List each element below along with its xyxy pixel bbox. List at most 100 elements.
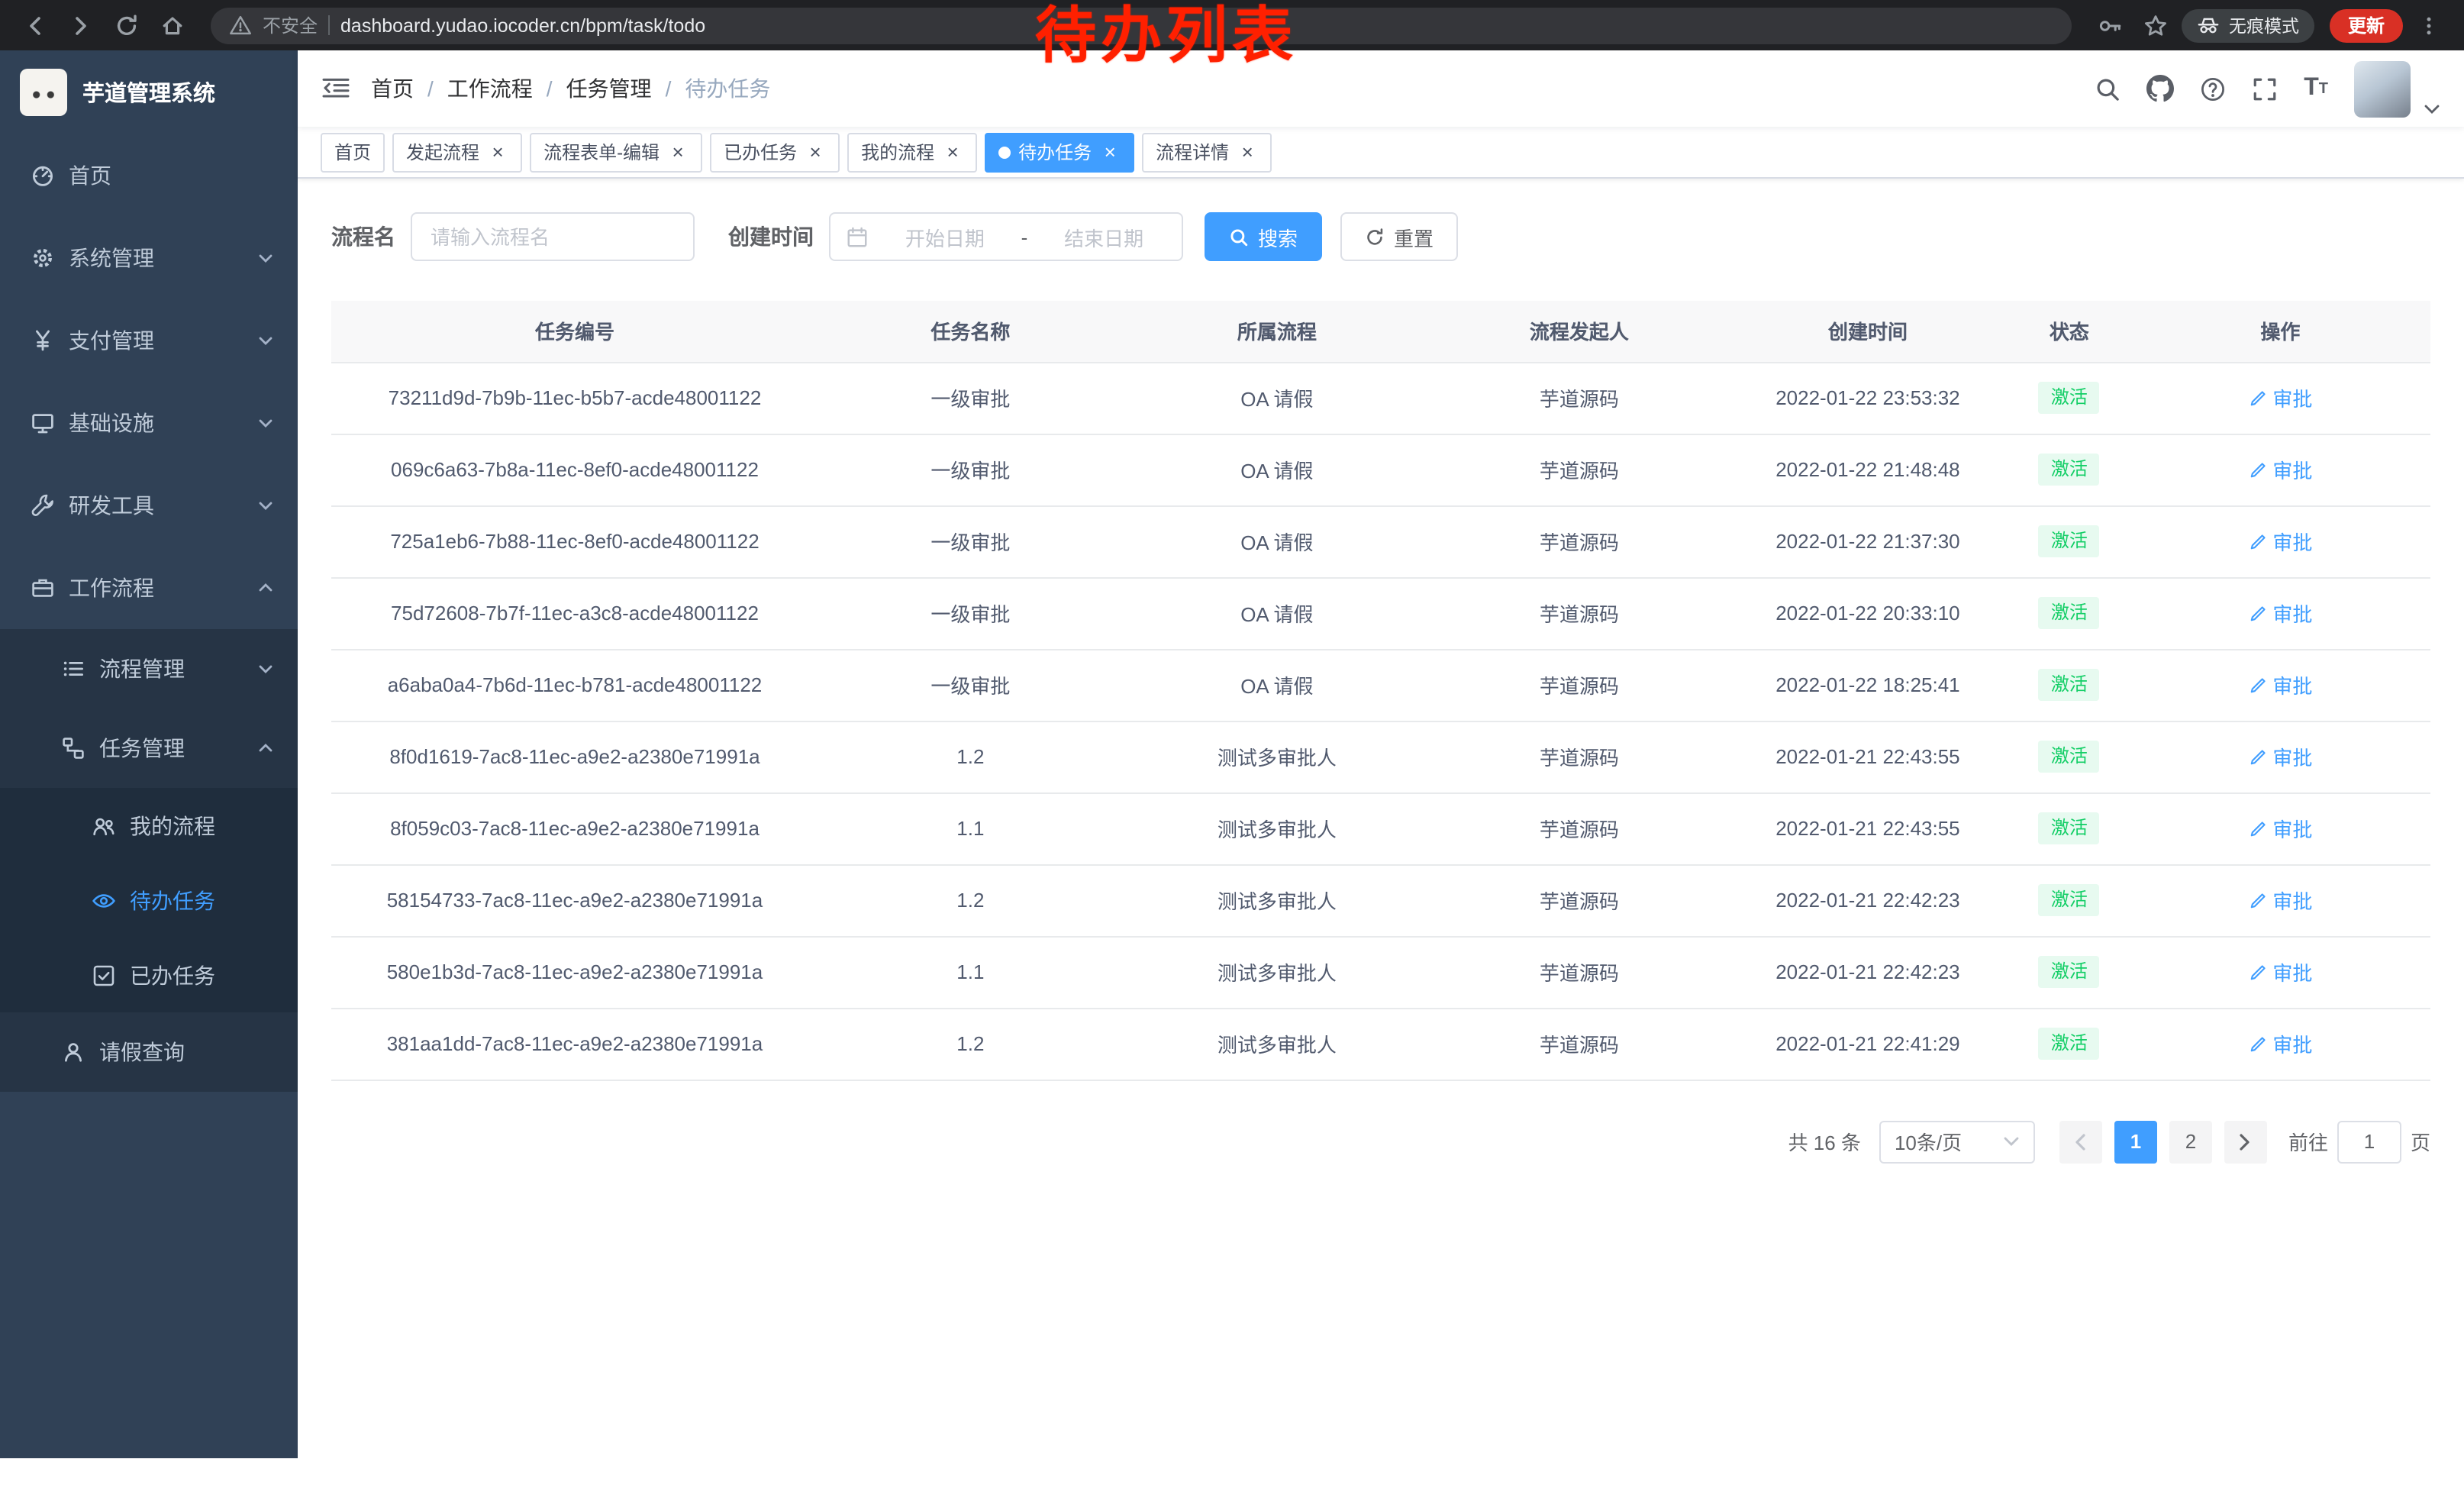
sidebar-item-dev-tools[interactable]: 研发工具 bbox=[0, 464, 298, 547]
search-button[interactable]: 搜索 bbox=[1205, 212, 1322, 261]
sidebar-item-home[interactable]: 首页 bbox=[0, 134, 298, 217]
tab[interactable]: 已办任务 × bbox=[710, 132, 840, 172]
sidebar-item-my-process[interactable]: 我的流程 bbox=[0, 788, 298, 863]
font-size-icon[interactable]: TT bbox=[2304, 76, 2328, 101]
tab[interactable]: 待办任务 × bbox=[985, 132, 1134, 172]
sidebar-item-infrastructure[interactable]: 基础设施 bbox=[0, 382, 298, 464]
update-button[interactable]: 更新 bbox=[2330, 8, 2403, 42]
cell-task-name: 一级审批 bbox=[818, 649, 1123, 721]
approve-link[interactable]: 审批 bbox=[2248, 742, 2312, 771]
cell-created-time: 2022-01-21 22:41:29 bbox=[1727, 1008, 2008, 1080]
help-icon[interactable] bbox=[2200, 76, 2226, 102]
tab-close-icon[interactable]: × bbox=[487, 141, 508, 163]
tab-close-icon[interactable]: × bbox=[1099, 141, 1121, 163]
cell-initiator: 芋道源码 bbox=[1431, 505, 1727, 577]
cell-process: 测试多审批人 bbox=[1123, 721, 1431, 792]
sidebar-item-label: 研发工具 bbox=[69, 490, 154, 521]
table-row: 73211d9d-7b9b-11ec-b5b7-acde48001122 一级审… bbox=[331, 362, 2430, 434]
breadcrumb-task-management[interactable]: 任务管理 bbox=[566, 73, 652, 104]
sidebar-item-process-management[interactable]: 流程管理 bbox=[0, 629, 298, 709]
tab[interactable]: 首页 bbox=[321, 132, 385, 172]
next-page-button[interactable] bbox=[2224, 1120, 2267, 1163]
search-icon[interactable] bbox=[2095, 76, 2121, 102]
tab-label: 流程详情 bbox=[1156, 139, 1229, 165]
breadcrumb-current: 待办任务 bbox=[685, 73, 770, 104]
process-name-input[interactable] bbox=[411, 212, 695, 261]
eye-icon bbox=[92, 888, 116, 912]
page-size-value: 10条/页 bbox=[1895, 1127, 1962, 1156]
chevron-down-icon bbox=[256, 496, 275, 515]
browser-menu-icon[interactable] bbox=[2409, 5, 2449, 45]
tab[interactable]: 流程表单-编辑 × bbox=[530, 132, 702, 172]
sidebar-item-done-task[interactable]: 已办任务 bbox=[0, 938, 298, 1012]
sidebar-logo[interactable]: 芋道管理系统 bbox=[0, 50, 298, 134]
tab-close-icon[interactable]: × bbox=[1237, 141, 1258, 163]
page-button-2[interactable]: 2 bbox=[2169, 1120, 2212, 1163]
approve-link[interactable]: 审批 bbox=[2248, 599, 2312, 628]
cell-created-time: 2022-01-22 20:33:10 bbox=[1727, 577, 2008, 649]
tab-close-icon[interactable]: × bbox=[667, 141, 689, 163]
github-icon[interactable] bbox=[2146, 75, 2174, 102]
date-range-picker[interactable]: 开始日期 - 结束日期 bbox=[829, 212, 1183, 261]
tab[interactable]: 发起流程 × bbox=[392, 132, 522, 172]
cell-task-id: 381aa1dd-7ac8-11ec-a9e2-a2380e71991a bbox=[331, 1008, 818, 1080]
cell-process: 测试多审批人 bbox=[1123, 1008, 1431, 1080]
approve-link[interactable]: 审批 bbox=[2248, 1029, 2312, 1058]
edit-pen-icon bbox=[2248, 676, 2266, 694]
approve-link-label: 审批 bbox=[2272, 886, 2312, 915]
sidebar-item-payment[interactable]: 支付管理 bbox=[0, 299, 298, 382]
sidebar-collapse-icon[interactable] bbox=[322, 76, 350, 101]
column-header-process: 所属流程 bbox=[1123, 301, 1431, 362]
approve-link[interactable]: 审批 bbox=[2248, 670, 2312, 699]
header-row: 任务编号 任务名称 所属流程 流程发起人 创建时间 状态 操作 bbox=[331, 301, 2430, 362]
sidebar-item-workflow[interactable]: 工作流程 bbox=[0, 547, 298, 629]
breadcrumb-home[interactable]: 首页 bbox=[371, 73, 414, 104]
task-table-header: 任务编号 任务名称 所属流程 流程发起人 创建时间 状态 操作 bbox=[331, 301, 2430, 362]
status-badge: 激活 bbox=[2039, 668, 2100, 701]
user-avatar[interactable] bbox=[2354, 60, 2411, 117]
browser-home-icon[interactable] bbox=[153, 5, 192, 45]
approve-link[interactable]: 审批 bbox=[2248, 957, 2312, 986]
chevron-down-icon bbox=[256, 660, 275, 678]
edit-pen-icon bbox=[2248, 819, 2266, 838]
page-size-select[interactable]: 10条/页 bbox=[1879, 1120, 2035, 1163]
incognito-badge: 无痕模式 bbox=[2182, 8, 2314, 42]
cell-created-time: 2022-01-21 22:42:23 bbox=[1727, 864, 2008, 936]
password-key-icon[interactable] bbox=[2090, 5, 2130, 45]
tab[interactable]: 流程详情 × bbox=[1142, 132, 1272, 172]
monitor-icon bbox=[31, 411, 55, 435]
sidebar-item-task-management[interactable]: 任务管理 bbox=[0, 709, 298, 788]
approve-link[interactable]: 审批 bbox=[2248, 455, 2312, 484]
font-size-small-glyph: T bbox=[2319, 79, 2328, 101]
approve-link-label: 审批 bbox=[2272, 599, 2312, 628]
sidebar-item-system[interactable]: 系统管理 bbox=[0, 217, 298, 299]
tab-label: 待办任务 bbox=[1018, 139, 1092, 165]
status-badge: 激活 bbox=[2039, 525, 2100, 557]
browser-forward-icon[interactable] bbox=[61, 5, 101, 45]
browser-refresh-icon[interactable] bbox=[107, 5, 147, 45]
reset-button[interactable]: 重置 bbox=[1340, 212, 1458, 261]
cell-task-name: 1.2 bbox=[818, 1008, 1123, 1080]
tab[interactable]: 我的流程 × bbox=[847, 132, 977, 172]
prev-page-button[interactable] bbox=[2059, 1120, 2102, 1163]
cell-status: 激活 bbox=[2008, 1008, 2130, 1080]
bookmark-star-icon[interactable] bbox=[2136, 5, 2175, 45]
sidebar-item-leave-query[interactable]: 请假查询 bbox=[0, 1012, 298, 1092]
approve-link[interactable]: 审批 bbox=[2248, 886, 2312, 915]
tab-close-icon[interactable]: × bbox=[942, 141, 963, 163]
browser-back-icon[interactable] bbox=[15, 5, 55, 45]
goto-page-input[interactable] bbox=[2337, 1120, 2401, 1163]
avatar-caret-icon[interactable] bbox=[2424, 103, 2440, 114]
page-button-1[interactable]: 1 bbox=[2114, 1120, 2157, 1163]
goto-suffix: 页 bbox=[2411, 1127, 2430, 1156]
sidebar-item-todo-task[interactable]: 待办任务 bbox=[0, 863, 298, 938]
approve-link[interactable]: 审批 bbox=[2248, 383, 2312, 412]
tab-close-icon[interactable]: × bbox=[805, 141, 826, 163]
logo-title: 芋道管理系统 bbox=[82, 76, 215, 108]
fullscreen-icon[interactable] bbox=[2252, 76, 2278, 102]
breadcrumb-workflow[interactable]: 工作流程 bbox=[447, 73, 533, 104]
cell-status: 激活 bbox=[2008, 721, 2130, 792]
approve-link[interactable]: 审批 bbox=[2248, 814, 2312, 843]
cell-action: 审批 bbox=[2130, 936, 2430, 1008]
approve-link[interactable]: 审批 bbox=[2248, 527, 2312, 556]
